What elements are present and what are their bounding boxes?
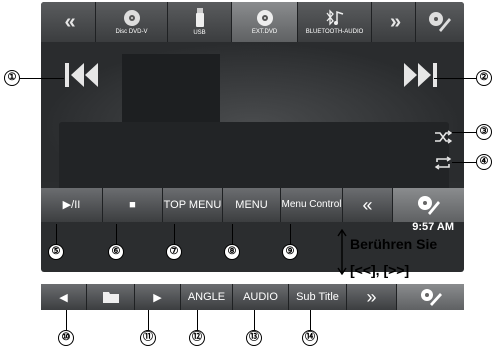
scroll-right-button[interactable]: » [347,284,397,310]
previous-chapter-button[interactable]: ◀ [41,284,87,310]
callout-1: ① [4,70,20,86]
tab-disc-dvd-v[interactable]: Disc DVD-V [96,2,168,42]
angle-button[interactable]: ANGLE [181,284,233,310]
audio-button[interactable]: AUDIO [233,284,289,310]
callout-line [434,78,476,80]
callout-11: ⑪ [140,330,156,346]
play-pause-button[interactable]: ▶/II [41,188,103,222]
scroll-left-tab[interactable]: « [41,2,96,42]
tab-ext-dvd[interactable]: EXT.DVD [232,2,298,42]
settings-button[interactable] [397,284,464,310]
menu-button[interactable]: MENU [223,188,281,222]
folder-icon [102,292,119,303]
up-down-arrow-icon [337,229,347,275]
scroll-right-tab[interactable]: » [372,2,416,42]
video-thumbnail [122,54,220,124]
callout-line [20,78,64,80]
clock-display: 9:57 AM [412,221,454,233]
folder-button[interactable] [87,284,135,310]
callout-8: ⑧ [224,244,240,260]
callout-14: ⑭ [302,330,318,346]
callout-line [197,310,199,330]
callout-12: ⑫ [189,330,205,346]
top-menu-button[interactable]: TOP MENU [163,188,223,222]
callout-7: ⑦ [166,244,182,260]
callout-line [174,224,176,244]
double-right-arrow-icon: » [389,10,401,33]
disc-icon [256,10,273,26]
callout-line [452,132,476,134]
callout-line [310,310,312,330]
callout-13: ⑬ [246,330,262,346]
bluetooth-music-icon [325,9,343,26]
scroll-left-button[interactable]: « [343,188,393,222]
settings-button[interactable] [393,188,464,222]
disc-icon [123,10,140,26]
player-screen: « Disc DVD-V USB EXT.DVD BLUETOOTH-AUDIO… [41,2,464,272]
alternate-control-bar: ◀ ▶ ANGLE AUDIO Sub Title » [41,284,464,310]
callout-line [232,224,234,244]
settings-wrench-icon [429,12,451,32]
playback-control-bar: ▶/II ■ TOP MENU MENU Menu Control « [41,188,464,222]
callout-line [254,310,256,330]
playback-area [41,42,464,192]
callout-4: ④ [476,154,492,170]
stop-button[interactable]: ■ [103,188,163,222]
callout-line [56,224,58,244]
tab-bluetooth-audio[interactable]: BLUETOOTH-AUDIO [298,2,372,42]
callout-line [66,310,68,330]
previous-track-icon[interactable] [63,60,103,90]
note-line-2: [<<], [>>] [350,262,410,278]
next-chapter-button[interactable]: ▶ [135,284,181,310]
shuffle-icon[interactable] [434,130,452,144]
subtitle-button[interactable]: Sub Title [289,284,347,310]
callout-6: ⑥ [108,244,124,260]
double-left-arrow-icon: « [64,10,75,33]
settings-wrench-icon [420,289,442,306]
callout-line [452,162,476,164]
note-line-1: Berühren Sie [350,236,438,252]
settings-wrench-icon [417,196,440,215]
menu-control-button[interactable]: Menu Control [281,188,343,222]
callout-5: ⑤ [48,244,64,260]
next-track-icon[interactable] [399,60,439,90]
callout-2: ② [476,70,492,86]
callout-line [116,224,118,244]
repeat-icon[interactable] [434,156,452,170]
source-tab-bar: « Disc DVD-V USB EXT.DVD BLUETOOTH-AUDIO… [41,2,464,42]
tab-usb[interactable]: USB [168,2,232,42]
callout-10: ⑩ [58,330,74,346]
callout-line [148,310,150,330]
settings-tab[interactable] [416,2,464,42]
callout-3: ③ [476,124,492,140]
usb-stick-icon [195,8,204,27]
callout-line [290,224,292,244]
callout-9: ⑨ [282,244,298,260]
info-panel [59,122,449,192]
